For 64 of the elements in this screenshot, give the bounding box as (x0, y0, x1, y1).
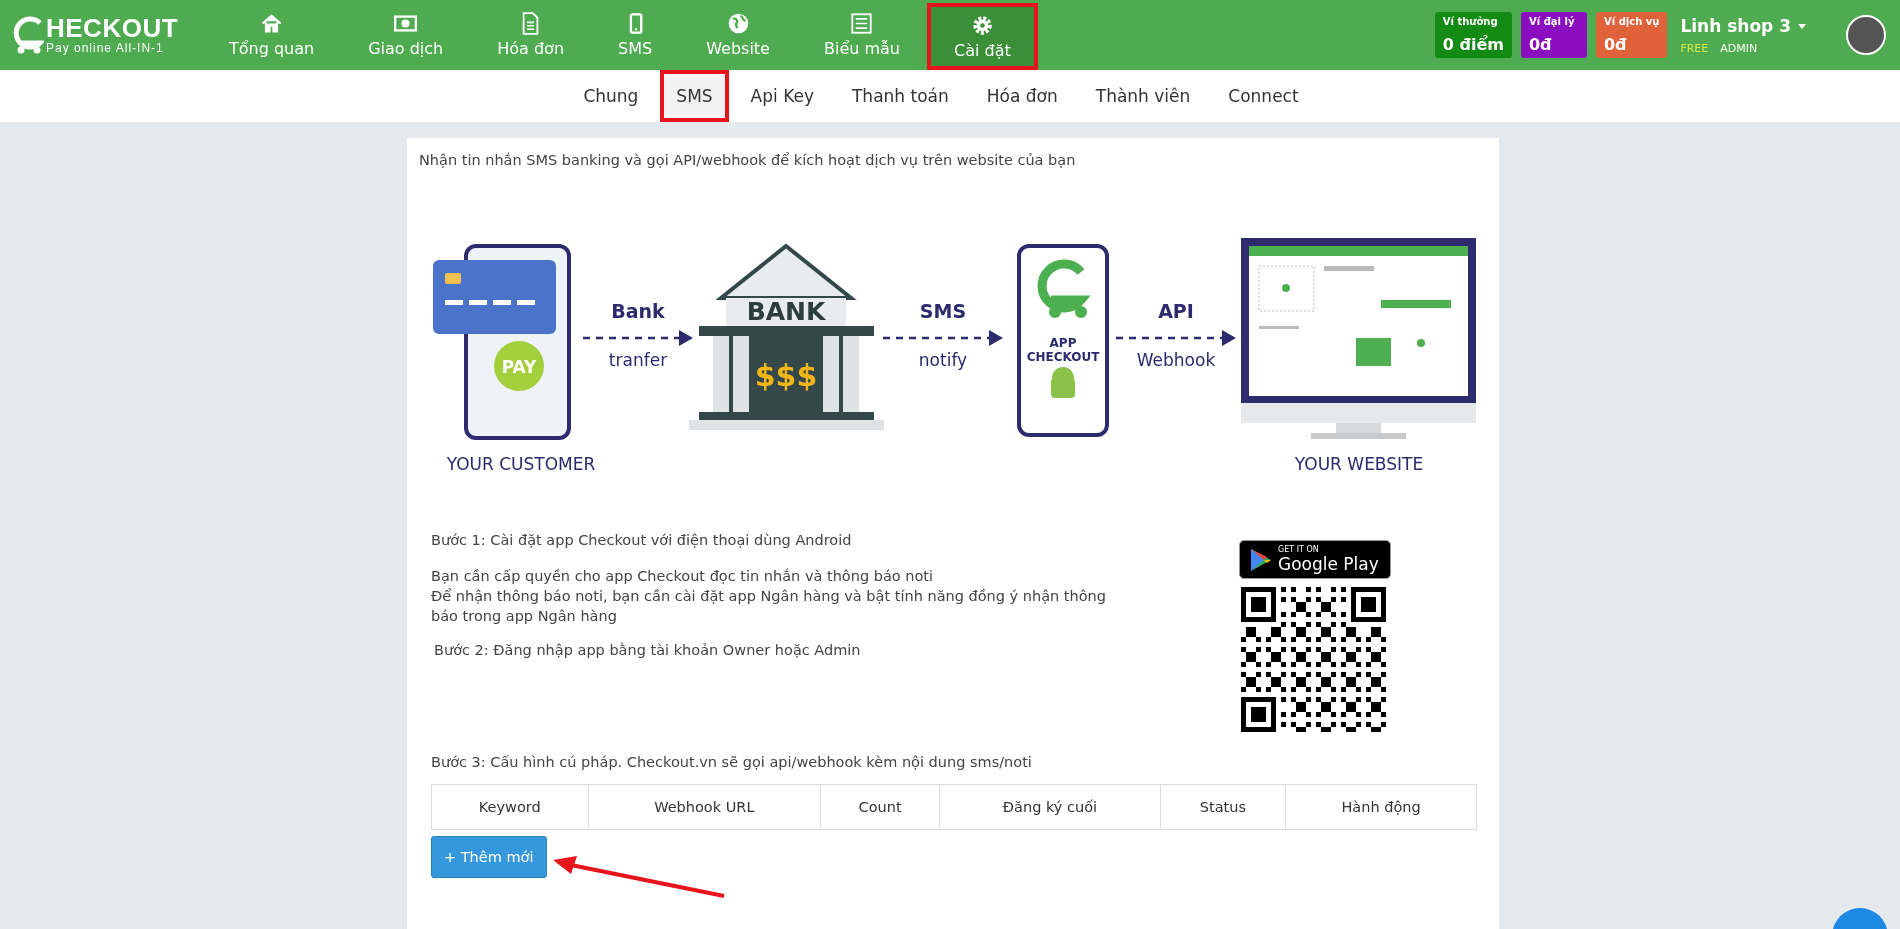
nav-link[interactable]: SMS (591, 0, 680, 70)
nav-link[interactable]: Cài đặt (927, 3, 1038, 70)
column-header: Keyword (431, 784, 588, 830)
wallet-value: 0đ (1529, 35, 1553, 54)
arrow-sublabel: notify (918, 350, 968, 370)
caret-icon (1797, 21, 1807, 30)
column-header: Hành động (1285, 784, 1477, 830)
wallet-value: 0 điểm (1442, 35, 1504, 54)
wallet-label: Ví dịch vụ (1604, 16, 1660, 27)
bank-sign: BANK (746, 297, 826, 326)
money-sign: $$$ (754, 358, 818, 393)
instruction-text: Bạn cần cấp quyền cho app Checkout đọc tin nhắn và thông báo noti (431, 567, 935, 586)
column-header: Count (820, 784, 940, 830)
nav-link[interactable]: Giao dịch (341, 0, 471, 70)
settings-tab[interactable]: Thanh toán (836, 70, 965, 122)
settings-tab[interactable]: Chung (567, 70, 655, 122)
logo-tagline: Pay online All-IN-1 (46, 41, 165, 55)
pay-label: PAY (501, 357, 537, 377)
nav-link[interactable]: Biểu mẫu (796, 0, 927, 70)
settings-tab[interactable]: Hóa đơn (970, 70, 1074, 122)
arrow-sublabel: tranfer (608, 350, 668, 370)
illustration-caption: YOUR CUSTOMER (446, 454, 596, 474)
cart-logo-icon (12, 15, 44, 55)
wallet-label: Ví đại lý (1529, 16, 1576, 27)
settings-tab[interactable]: Thành viên (1079, 70, 1207, 122)
settings-icon (970, 13, 994, 37)
nav-link[interactable]: Tổng quan (202, 0, 342, 70)
nav-link[interactable]: Hóa đơn (470, 0, 592, 70)
step-text: Bước 1: Cài đặt app Checkout với điện thoại dùng Android (431, 531, 853, 550)
play-store-icon (1250, 547, 1272, 572)
avatar[interactable] (1846, 15, 1886, 55)
settings-tab[interactable]: SMS (660, 70, 729, 122)
column-header: Webhook URL (588, 784, 821, 830)
wallet-badge[interactable]: Ví thưởng 0 điểm (1434, 12, 1512, 58)
nav-link[interactable]: Website (679, 0, 797, 70)
banknote-icon (394, 12, 418, 35)
form-icon (850, 12, 874, 35)
arrow-label: API (1158, 300, 1194, 322)
account-name[interactable]: Linh shop 3 (1680, 15, 1791, 36)
app-name: APP (1049, 336, 1077, 350)
instruction-text: Để nhận thông báo noti, bạn cần cài đặt app Ngân hàng và bật tính năng đồng ý nhận thông báo trong app Ngân hàng (431, 587, 1107, 626)
settings-tab[interactable]: Connect (1212, 70, 1315, 122)
settings-tab[interactable]: Api Key (734, 70, 830, 122)
globe-icon (726, 12, 750, 35)
arrow-label: Bank (611, 300, 665, 322)
logo-title: HECKOUT (46, 15, 179, 41)
wallet-badge[interactable]: Ví dịch vụ 0đ (1596, 12, 1668, 58)
wallet-value: 0đ (1604, 35, 1628, 54)
plan-label: FREE (1680, 41, 1709, 55)
intro-text: Nhận tin nhắn SMS banking và gọi API/webhook để kích hoạt dịch vụ trên website của bạn (419, 151, 1077, 170)
arrow-label: SMS (919, 300, 967, 322)
home-icon (260, 12, 284, 35)
column-header: Đăng ký cuối (939, 784, 1161, 830)
wallet-badge[interactable]: Ví đại lý 0đ (1521, 12, 1587, 58)
app-name: CHECKOUT (1026, 350, 1100, 364)
store-badge[interactable]: GET IT ON Google Play (1239, 540, 1391, 579)
illustration-caption: YOUR WEBSITE (1294, 454, 1424, 474)
step-text: Bước 3: Cấu hình cú pháp. Checkout.vn sẽ gọi api/webhook kèm nội dung sms/noti (430, 753, 1033, 772)
wallet-label: Ví thưởng (1442, 16, 1499, 27)
column-header: Status (1160, 784, 1286, 830)
role-label: ADMIN (1720, 41, 1758, 55)
add-new-button[interactable]: + Thêm mới (431, 836, 547, 878)
arrow-sublabel: Webhook (1136, 350, 1216, 370)
step-text: Bước 2: Đăng nhập app bằng tài khoản Owner hoặc Admin (433, 641, 862, 660)
